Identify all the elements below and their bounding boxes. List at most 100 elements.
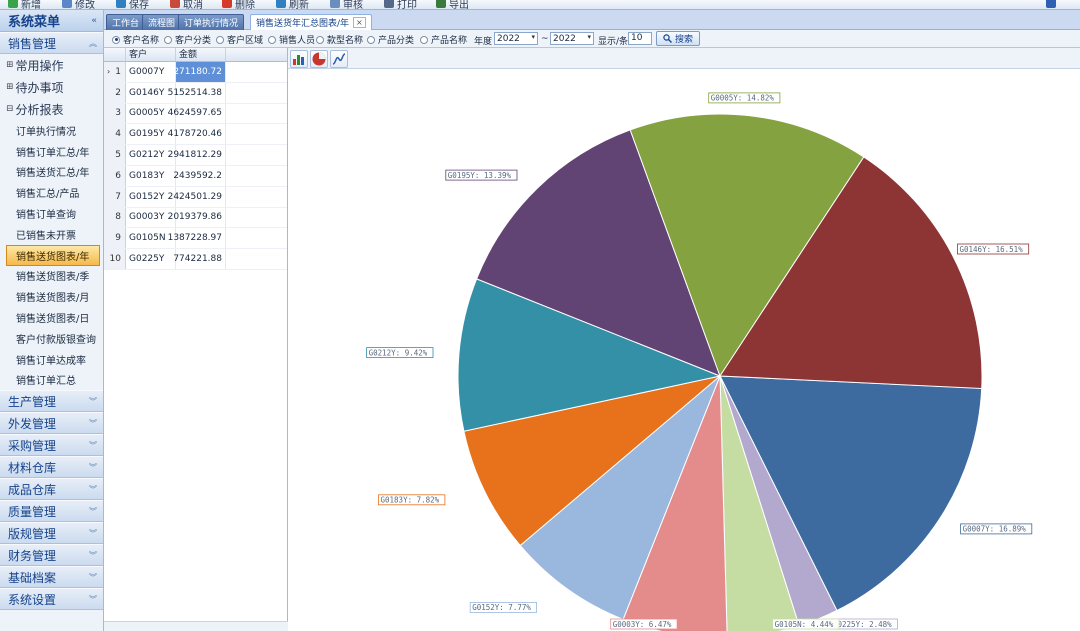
sidebar-item-report[interactable]: 销售汇总/产品 <box>0 182 103 203</box>
toolbar-button[interactable]: 审核 <box>330 0 363 9</box>
sidebar-item-report[interactable]: 销售订单查询 <box>0 203 103 224</box>
sidebar-item-report[interactable]: 销售订单达成率 <box>0 349 103 370</box>
sidebar-group[interactable]: 外发管理 ︾ <box>0 412 103 435</box>
slice-label-text: G0212Y: 9.42% <box>369 348 428 357</box>
show-count-input[interactable]: 10 <box>628 32 652 45</box>
column-header-customer[interactable]: 客户 <box>126 48 176 61</box>
toolbar-button[interactable]: 删除 <box>222 0 255 9</box>
pie-chart: G0007Y: 16.89% G0225Y: 2.48%G0105N: 4.44%… <box>366 92 1033 631</box>
filter-radio[interactable]: 客户区域 <box>216 33 263 46</box>
slice-label: G0195Y: 13.39% <box>445 169 518 181</box>
sidebar-item-report[interactable]: 订单执行情况 <box>0 120 103 141</box>
sidebar-group[interactable]: 生产管理 ︾ <box>0 390 103 413</box>
filter-radio[interactable]: 产品分类 <box>367 33 414 46</box>
table-row[interactable]: 5 G0212Y 2941812.29 <box>104 145 287 166</box>
cell-amount[interactable]: 774221.88 <box>173 249 226 269</box>
toolbar-button[interactable]: 导出 <box>436 0 469 9</box>
sidebar-group[interactable]: 质量管理 ︾ <box>0 500 103 523</box>
table-row[interactable]: 7 G0152Y 2424501.29 <box>104 186 287 208</box>
tab-bar: 工作台 流程图 订单执行情况 销售送货年汇总图表/年 × <box>104 10 1080 30</box>
grid-scrollbar[interactable] <box>104 621 288 631</box>
sidebar-item-report[interactable]: 销售送货图表/年 <box>6 244 100 266</box>
table-row[interactable]: 3 G0005Y 4624597.65 <box>104 103 287 125</box>
sidebar-group-label: 版规管理 <box>8 526 57 541</box>
toolbar-button[interactable]: 新增 <box>8 0 41 9</box>
row-number: 10 <box>104 249 126 269</box>
sidebar-subsection-label: 分析报表 <box>15 102 64 117</box>
sidebar-item-report[interactable]: 销售送货图表/月 <box>0 286 103 307</box>
toolbar-icon <box>170 0 180 8</box>
filter-radio[interactable]: 销售人员 <box>268 33 315 46</box>
table-row[interactable]: 2 G0146Y 5152514.38 <box>104 82 287 104</box>
cell-amount[interactable]: 2439592.2 <box>173 165 226 186</box>
table-row[interactable]: 9 G0105N 1387228.97 <box>104 228 287 250</box>
year-to-select[interactable]: 2022 ▾ <box>550 32 594 45</box>
table-row[interactable]: › 1 G0007Y 5271180.72 <box>104 62 287 83</box>
table-row[interactable]: 8 G0003Y 2019379.86 <box>104 207 287 229</box>
sidebar-item-report[interactable]: 销售订单汇总/年 <box>0 141 103 162</box>
sidebar-subsection[interactable]: ⊟ 分析报表 <box>0 98 103 120</box>
tab-label: 工作台 <box>112 19 140 29</box>
column-header-amount[interactable]: 金额 <box>176 48 226 61</box>
sidebar-item-report[interactable]: 销售送货图表/季 <box>0 266 103 287</box>
cell-amount[interactable]: 2424501.29 <box>168 186 226 207</box>
toolbar-button[interactable]: 取消 <box>170 0 203 9</box>
table-row[interactable]: 4 G0195Y 4178720.46 <box>104 124 287 146</box>
user-icon[interactable] <box>1046 0 1056 9</box>
sidebar-group[interactable]: 基础档案 ︾ <box>0 566 103 589</box>
tab[interactable]: 销售送货年汇总图表/年 × <box>250 14 372 30</box>
filter-radio[interactable]: 客户名称 <box>112 33 159 46</box>
cell-amount[interactable]: 4178720.46 <box>168 124 226 145</box>
sidebar-item-report[interactable]: 销售送货图表/日 <box>0 307 103 328</box>
grid-header-rownum <box>104 48 126 61</box>
sidebar-subsection[interactable]: ⊞ 待办事项 <box>0 76 103 98</box>
toolbar-button[interactable]: 刷新 <box>276 0 309 9</box>
filter-radio[interactable]: 客户分类 <box>164 33 211 46</box>
radio-icon <box>420 35 428 44</box>
sidebar-item-report[interactable]: 客户付款版银查询 <box>0 328 103 349</box>
close-icon[interactable]: × <box>353 17 366 28</box>
top-toolbar: 新增 修改 保存 取消 删除 刷新 审核 打印 导出 <box>0 0 1080 10</box>
search-button[interactable]: 搜索 <box>656 31 701 46</box>
sidebar-group[interactable]: 系统设置 ︾ <box>0 588 103 611</box>
row-number-text: 2 <box>115 87 121 98</box>
cell-customer[interactable]: G0183Y <box>126 165 176 186</box>
sidebar-item-report[interactable]: 已销售未开票 <box>0 224 103 245</box>
slice-label-text: G0152Y: 7.77% <box>472 603 531 612</box>
slice-label: G0183Y: 7.82% <box>378 494 446 506</box>
filter-radio[interactable]: 产品名称 <box>420 33 467 46</box>
radio-icon <box>216 35 224 44</box>
tab[interactable]: 订单执行情况 <box>178 14 245 30</box>
sidebar-group[interactable]: 版规管理 ︾ <box>0 522 103 545</box>
sidebar-group-label: 系统设置 <box>8 592 57 607</box>
slice-label: G0003Y: 6.47% <box>610 618 678 630</box>
table-row[interactable]: 10 G0225Y 774221.88 <box>104 249 287 270</box>
collapse-icon[interactable]: « <box>91 16 97 26</box>
sidebar-group[interactable]: 采购管理 ︾ <box>0 434 103 457</box>
tab[interactable]: 流程图 <box>142 14 182 30</box>
cell-amount[interactable]: 2019379.86 <box>168 207 226 228</box>
cell-amount[interactable]: 5152514.38 <box>168 82 226 103</box>
sidebar-group-sales[interactable]: 销售管理 ︽ <box>0 32 103 54</box>
cell-customer[interactable]: G0225Y <box>126 249 176 269</box>
toolbar-button[interactable]: 打印 <box>384 0 417 9</box>
toolbar-button[interactable]: 修改 <box>62 0 95 9</box>
tab[interactable]: 工作台 <box>106 14 146 30</box>
year-from-select[interactable]: 2022 ▾ <box>494 32 538 45</box>
cell-amount[interactable]: 1387228.97 <box>168 228 226 249</box>
sidebar-item-report[interactable]: 销售订单汇总 <box>0 370 103 391</box>
cell-amount[interactable]: 5271180.72 <box>168 62 226 82</box>
cell-amount[interactable]: 2941812.29 <box>168 145 226 165</box>
chevron-down-icon: ︾ <box>89 594 97 604</box>
cell-amount[interactable]: 4624597.65 <box>168 103 226 124</box>
sidebar-group-label: 生产管理 <box>8 394 57 409</box>
toolbar-button[interactable]: 保存 <box>116 0 149 9</box>
table-row[interactable]: 6 G0183Y 2439592.2 <box>104 165 287 187</box>
filter-radio[interactable]: 款型名称 <box>316 33 363 46</box>
sidebar-item-report[interactable]: 销售送货汇总/年 <box>0 162 103 183</box>
sidebar-subsection[interactable]: ⊞ 常用操作 <box>0 54 103 76</box>
radio-icon <box>268 35 276 44</box>
sidebar-group[interactable]: 成品仓库 ︾ <box>0 478 103 501</box>
sidebar-group[interactable]: 材料仓库 ︾ <box>0 456 103 479</box>
sidebar-group[interactable]: 财务管理 ︾ <box>0 544 103 567</box>
